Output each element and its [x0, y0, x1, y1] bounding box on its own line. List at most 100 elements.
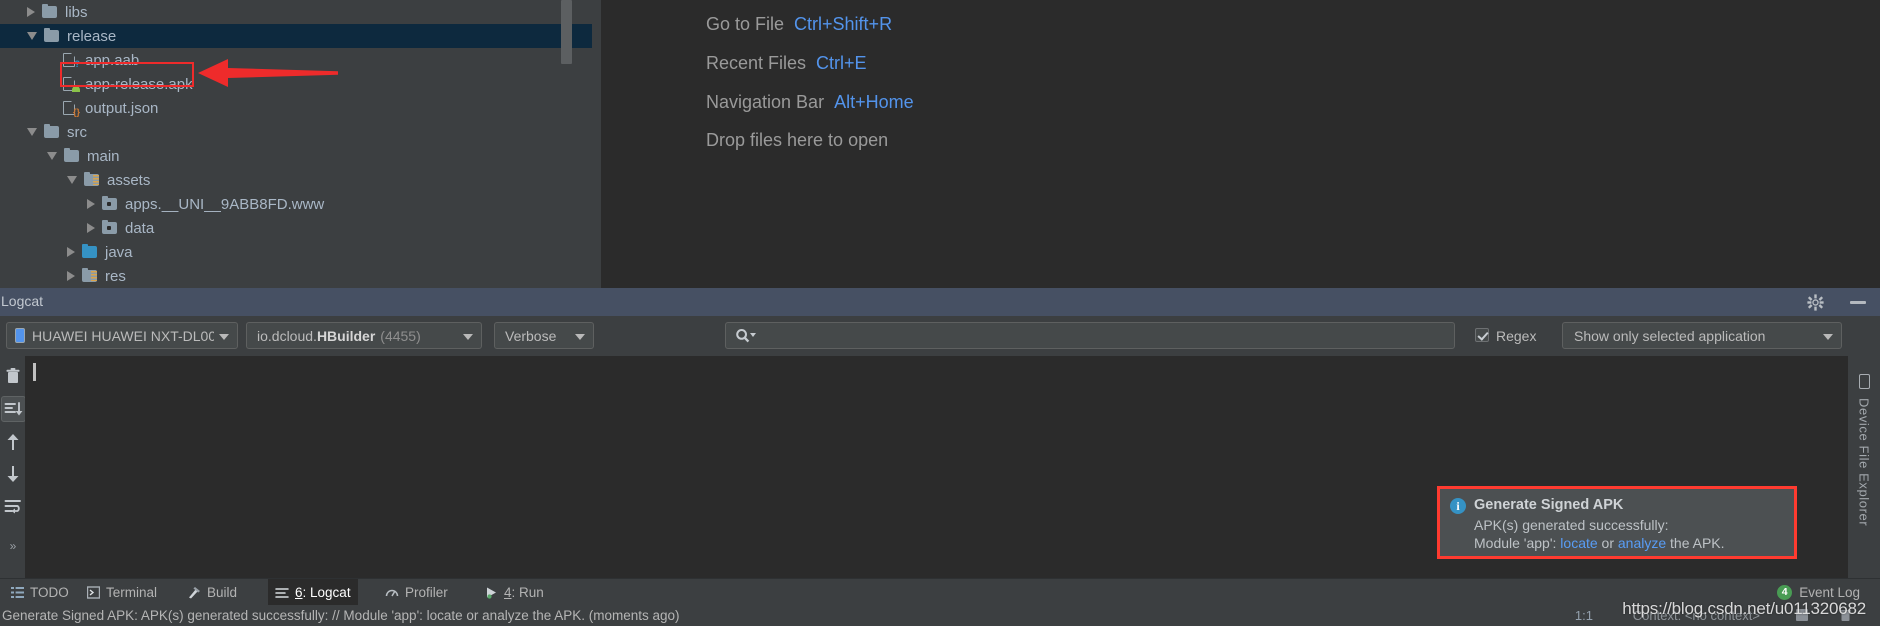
- pane-splitter[interactable]: [592, 0, 601, 288]
- regex-checkbox[interactable]: [1475, 328, 1489, 342]
- tab-build-label: Build: [207, 585, 238, 600]
- chevron-down-icon[interactable]: [47, 152, 57, 160]
- notification-module-prefix: Module 'app':: [1474, 535, 1561, 551]
- run-icon: [487, 587, 496, 599]
- logcat-header: Logcat: [0, 288, 1880, 317]
- tab-terminal[interactable]: Terminal: [80, 579, 164, 606]
- tab-device-file-explorer[interactable]: Device File Explorer: [1848, 356, 1880, 578]
- tab-todo[interactable]: TODO: [4, 579, 76, 606]
- chevron-right-icon[interactable]: [67, 247, 75, 257]
- folder-res-icon: [83, 171, 101, 188]
- logcat-side-toolbar: »: [0, 356, 26, 578]
- hint-action-label: Drop files here to open: [706, 130, 889, 150]
- tab-logcat-label: Logcat: [310, 585, 351, 600]
- chevron-right-icon[interactable]: [67, 271, 75, 281]
- tree-item-libs[interactable]: libs: [0, 0, 592, 24]
- chevron-right-icon[interactable]: [87, 223, 95, 233]
- process-package-label: io.dcloud.: [257, 327, 317, 344]
- tree-item-label: release: [67, 27, 117, 45]
- chevron-down-icon[interactable]: [27, 128, 37, 136]
- folder-icon: [43, 123, 61, 140]
- notification-or-text: or: [1597, 535, 1618, 551]
- tree-item-label: data: [125, 219, 155, 237]
- soft-wrap-icon[interactable]: [3, 496, 23, 516]
- tree-item-src[interactable]: src: [0, 120, 592, 144]
- analyze-link[interactable]: analyze: [1618, 535, 1666, 551]
- chevron-down-icon[interactable]: [67, 176, 77, 184]
- tab-build[interactable]: Build: [180, 579, 244, 606]
- minimize-icon[interactable]: [1850, 301, 1866, 304]
- tree-item-label: res: [105, 267, 126, 285]
- tree-item-output-json[interactable]: {} output.json: [0, 96, 592, 120]
- file-apk-icon: [61, 76, 80, 92]
- logcat-filter-label: Show only selected application: [1574, 327, 1766, 344]
- scroll-to-end-icon[interactable]: [3, 399, 23, 419]
- notification-title: Generate Signed APK: [1474, 497, 1624, 513]
- process-pid-label: (4455): [380, 327, 421, 344]
- hint-action-label: Recent Files: [706, 53, 807, 73]
- tree-item-res[interactable]: res: [0, 264, 592, 288]
- caret-position-indicator[interactable]: 1:1: [1575, 608, 1593, 623]
- chevron-down-icon: [463, 334, 473, 340]
- phone-icon: [1858, 374, 1870, 389]
- tab-logcat[interactable]: 6: Logcat: [268, 579, 358, 606]
- event-log-count-badge: 4: [1777, 585, 1793, 600]
- search-icon[interactable]: [735, 328, 757, 345]
- project-tree-scrollbar-track[interactable]: [561, 0, 582, 288]
- tree-item-label: assets: [107, 171, 151, 189]
- log-level-selector[interactable]: Verbose: [494, 322, 594, 349]
- trash-icon[interactable]: [3, 366, 23, 386]
- tree-item-release[interactable]: release: [0, 24, 592, 48]
- folder-icon: [63, 147, 81, 164]
- notification-line-2: Module 'app': locate or analyze the APK.: [1474, 535, 1725, 551]
- chevron-right-icon[interactable]: [27, 7, 35, 17]
- hint-drop-files: Drop files here to open: [706, 130, 888, 151]
- tree-item-label: libs: [65, 3, 88, 21]
- hint-shortcut: Alt+Home: [834, 92, 914, 112]
- chevron-right-icon[interactable]: [87, 199, 95, 209]
- tree-item-assets[interactable]: assets: [0, 168, 592, 192]
- tab-device-file-explorer-label: Device File Explorer: [1856, 398, 1872, 527]
- logcat-search-input[interactable]: [725, 322, 1455, 349]
- tree-item-main[interactable]: main: [0, 144, 592, 168]
- tree-item-label: java: [105, 243, 133, 261]
- tree-item-apps-uni-9abb8fd-www[interactable]: apps.__UNI__9ABB8FD.www: [0, 192, 592, 216]
- tab-run-label-sep: :: [511, 585, 520, 600]
- terminal-icon: [87, 586, 100, 599]
- tree-item-label: apps.__UNI__9ABB8FD.www: [125, 195, 325, 213]
- tree-item-app-aab[interactable]: ? app.aab: [0, 48, 592, 72]
- device-selector[interactable]: HUAWEI HUAWEI NXT-DL00 An: [6, 322, 238, 349]
- notification-line-1: APK(s) generated successfully:: [1474, 517, 1669, 533]
- tab-terminal-label: Terminal: [106, 585, 158, 600]
- file-json-icon: {}: [61, 100, 80, 117]
- tab-run[interactable]: 4: Run: [478, 579, 551, 606]
- logcat-icon: [275, 587, 289, 598]
- tree-item-data[interactable]: data: [0, 216, 592, 240]
- process-selector[interactable]: io.dcloud. HBuilder (4455): [246, 322, 482, 349]
- project-tree-scrollbar-thumb[interactable]: [561, 0, 572, 64]
- arrow-down-icon[interactable]: [3, 464, 23, 484]
- project-tool-window[interactable]: libs release ? app.aab app-release.apk {} outp…: [0, 0, 592, 288]
- folder-blue-icon: [81, 243, 99, 260]
- chevron-down-icon: [575, 334, 585, 340]
- chevron-down-icon: [219, 334, 229, 340]
- tree-item-label: app-release.apk: [85, 75, 193, 93]
- chevron-down-icon[interactable]: [27, 32, 37, 40]
- logcat-filter-selector[interactable]: Show only selected application: [1562, 322, 1842, 349]
- status-bar-message[interactable]: Generate Signed APK: APK(s) generated su…: [2, 608, 680, 623]
- notification-balloon[interactable]: i Generate Signed APK APK(s) generated s…: [1437, 486, 1797, 559]
- arrow-up-icon[interactable]: [3, 432, 23, 452]
- hint-recent-files: Recent Files Ctrl+E: [706, 53, 867, 74]
- locate-link[interactable]: locate: [1560, 535, 1597, 551]
- tree-item-app-release-apk[interactable]: app-release.apk: [0, 72, 592, 96]
- project-tree[interactable]: libs release ? app.aab app-release.apk {} outp…: [0, 0, 592, 288]
- more-options-icon[interactable]: »: [3, 536, 23, 556]
- folder-icon: [43, 27, 61, 44]
- tab-logcat-number: 6: [295, 585, 303, 600]
- tab-profiler[interactable]: Profiler: [378, 579, 455, 606]
- gear-icon[interactable]: [1807, 294, 1824, 311]
- hint-go-to-file: Go to File Ctrl+Shift+R: [706, 14, 892, 35]
- tree-item-java[interactable]: java: [0, 240, 592, 264]
